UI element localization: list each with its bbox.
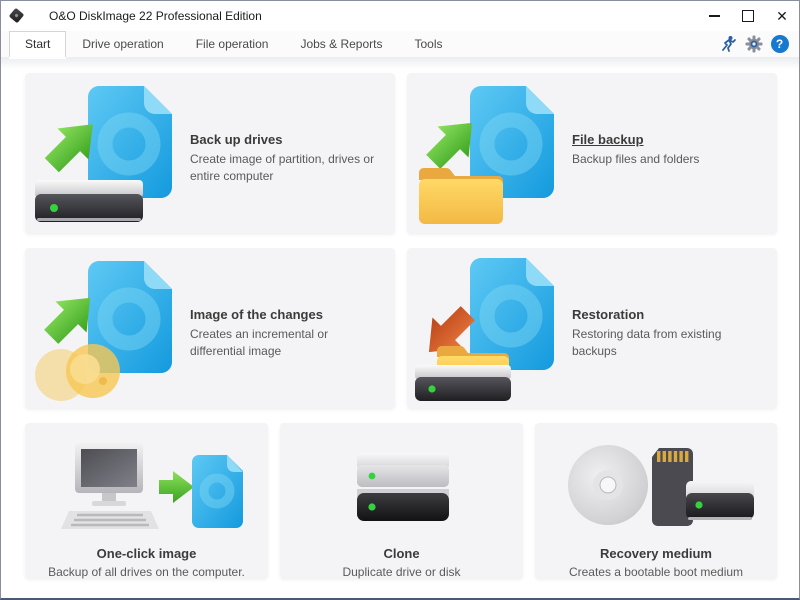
tile-title: Restoration — [572, 306, 763, 324]
start-page: Back up drives Create image of partition… — [1, 57, 799, 598]
tile-clone[interactable]: Clone Duplicate drive or disk — [280, 423, 523, 578]
app-logo-icon — [10, 9, 25, 24]
tile-title: File backup — [572, 131, 763, 149]
app-window: O&O DiskImage 22 Professional Edition ✕ … — [0, 0, 800, 600]
help-question-glyph: ? — [771, 35, 789, 53]
tile-recovery-medium[interactable]: Recovery medium Creates a bootable boot … — [535, 423, 777, 578]
titlebar: O&O DiskImage 22 Professional Edition ✕ — [1, 1, 799, 31]
window-controls: ✕ — [697, 1, 799, 31]
tile-backup-drives[interactable]: Back up drives Create image of partition… — [25, 73, 395, 233]
settings-gear-icon[interactable] — [744, 35, 763, 54]
tab-jobs-reports[interactable]: Jobs & Reports — [284, 31, 398, 57]
computer-to-image-icon — [25, 423, 268, 543]
tile-title: Back up drives — [190, 131, 381, 149]
drive-to-image-icon — [25, 73, 190, 233]
window-title: O&O DiskImage 22 Professional Edition — [49, 9, 262, 23]
help-icon[interactable]: ? — [770, 35, 789, 54]
tile-description: Duplicate drive or disk — [280, 564, 523, 581]
ribbon-tabbar: Start Drive operation File operation Job… — [1, 31, 799, 57]
minimize-button[interactable] — [697, 1, 731, 31]
tab-file-operation[interactable]: File operation — [180, 31, 285, 57]
tab-tools[interactable]: Tools — [398, 31, 458, 57]
maximize-icon — [742, 10, 754, 22]
folder-to-image-icon — [407, 73, 572, 233]
tile-description: Backup of all drives on the computer. — [25, 564, 268, 581]
quick-run-icon[interactable] — [718, 35, 737, 54]
tab-drive-operation[interactable]: Drive operation — [66, 31, 179, 57]
close-icon: ✕ — [776, 9, 788, 23]
tile-one-click-image[interactable]: One-click image Backup of all drives on … — [25, 423, 268, 578]
maximize-button[interactable] — [731, 1, 765, 31]
tile-image-of-changes[interactable]: Image of the changes Creates an incremen… — [25, 248, 395, 408]
incremental-image-icon — [25, 248, 190, 408]
tile-file-backup[interactable]: File backup Backup files and folders — [407, 73, 777, 233]
cd-sdcard-drive-icon — [535, 423, 777, 543]
restore-from-image-icon — [407, 248, 572, 408]
minimize-icon — [709, 15, 720, 17]
tile-description: Backup files and folders — [572, 151, 763, 168]
tile-title: Image of the changes — [190, 306, 381, 324]
stacked-drives-icon — [280, 423, 523, 543]
tile-description: Restoring data from existing backups — [572, 326, 763, 360]
tabbar-right-icons: ? — [718, 31, 799, 57]
ribbon-shadow — [1, 57, 799, 69]
tile-description: Creates a bootable boot medium — [535, 564, 777, 581]
tile-description: Creates an incremental or differential i… — [190, 326, 381, 360]
tile-description: Create image of partition, drives or ent… — [190, 151, 381, 185]
tile-restoration[interactable]: Restoration Restoring data from existing… — [407, 248, 777, 408]
close-button[interactable]: ✕ — [765, 1, 799, 31]
tab-start[interactable]: Start — [9, 31, 66, 57]
